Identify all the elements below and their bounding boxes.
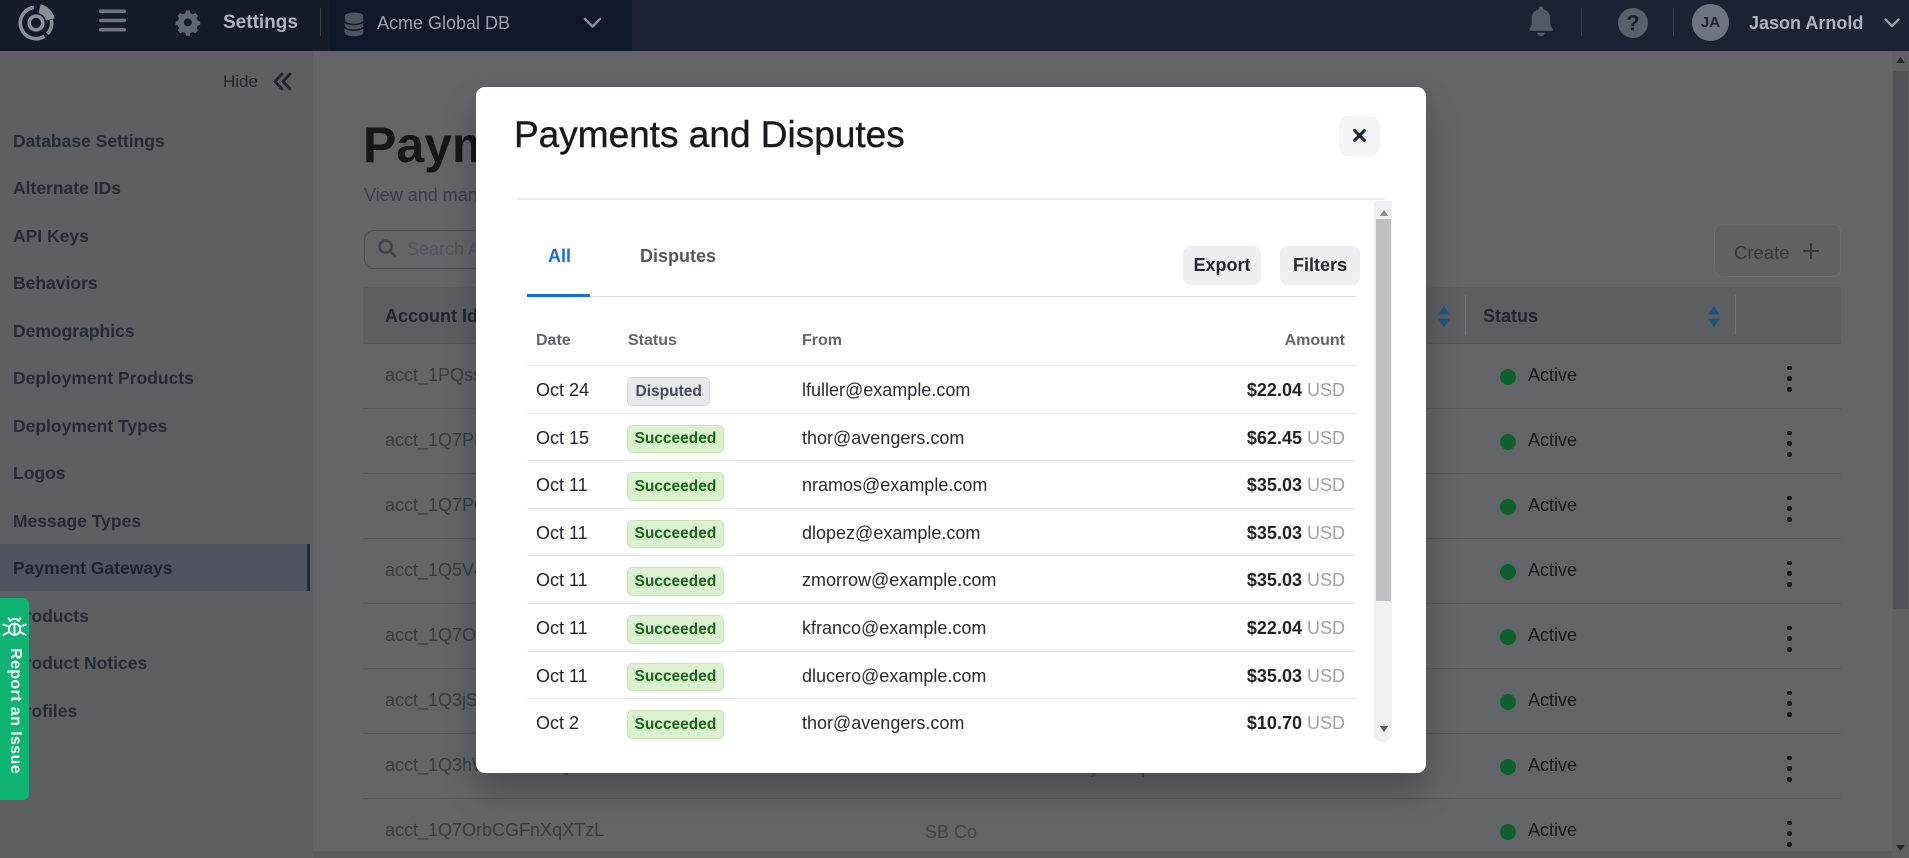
svg-text:?: ? bbox=[1626, 11, 1639, 36]
